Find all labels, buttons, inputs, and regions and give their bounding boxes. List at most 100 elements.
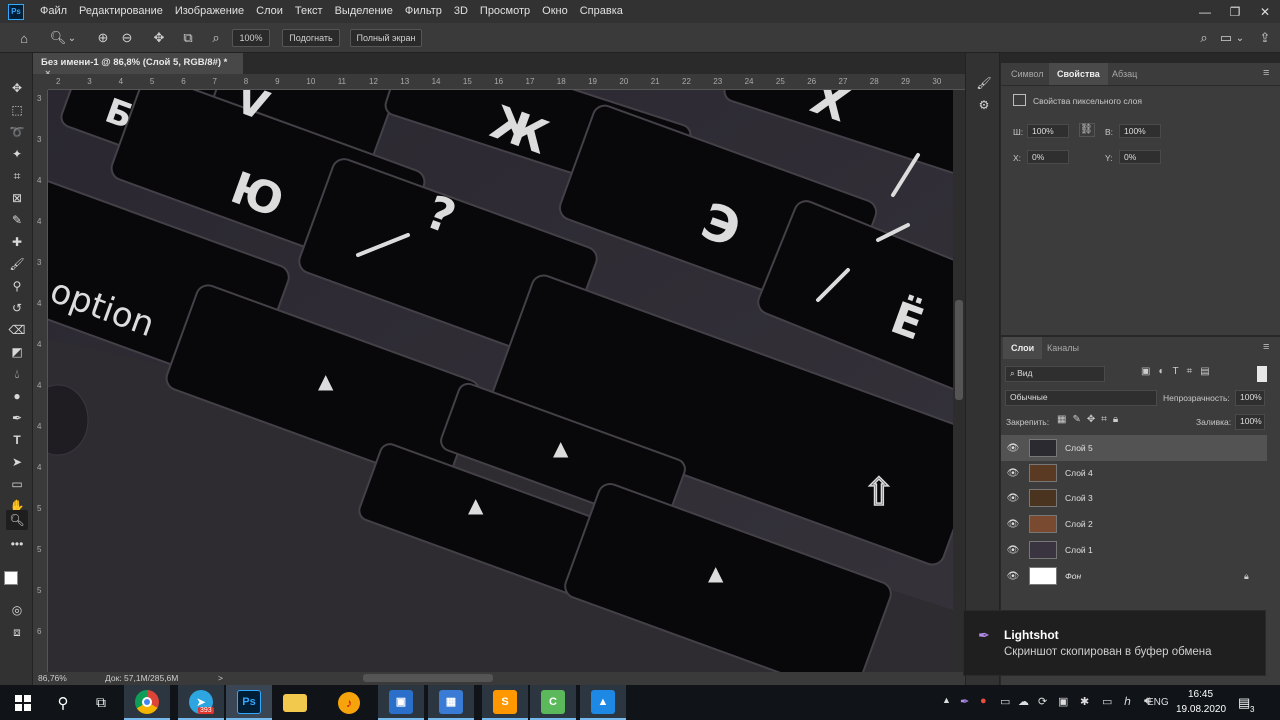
menu-edit[interactable]: Редактирование <box>73 0 169 23</box>
tab-properties[interactable]: Свойства <box>1049 63 1108 85</box>
menu-help[interactable]: Справка <box>574 0 629 23</box>
tray-monitor-icon[interactable]: ▭ <box>1000 695 1010 708</box>
blur-tool-icon[interactable]: 💧︎ <box>6 364 28 384</box>
document-tab[interactable]: Без имени-1 @ 86,8% (Слой 5, RGB/8#) * × <box>33 53 243 79</box>
tab-character[interactable]: Символ <box>1003 63 1051 85</box>
vertical-scrollbar-thumb[interactable] <box>955 300 963 400</box>
tab-layers[interactable]: Слои <box>1003 337 1043 359</box>
action-center-icon[interactable]: ▤ <box>1238 695 1250 711</box>
dodge-tool-icon[interactable]: ● <box>6 386 28 406</box>
height-field[interactable]: 100% <box>1119 124 1161 138</box>
lasso-tool-icon[interactable]: ➰ <box>6 122 28 142</box>
photoshop-app[interactable]: Ps <box>226 685 272 720</box>
tray-wifi-icon[interactable]: ℎ <box>1124 695 1131 708</box>
width-field[interactable]: 100% <box>1027 124 1069 138</box>
tab-channels[interactable]: Каналы <box>1039 337 1087 359</box>
minimize-button[interactable]: — <box>1190 0 1220 23</box>
home-icon[interactable]: ⌂ <box>14 28 34 48</box>
close-window-button[interactable]: ✕ <box>1250 0 1280 23</box>
opacity-field[interactable]: 100% <box>1235 390 1265 406</box>
chevron-down-icon[interactable]: ⌄ <box>66 28 78 48</box>
blend-mode-select[interactable]: Обычные <box>1005 390 1157 406</box>
fill-field[interactable]: 100% <box>1235 414 1265 430</box>
zoom-tool-icon[interactable]: 🔍︎ <box>48 28 68 48</box>
screen-mode-icon[interactable]: ⧈ <box>6 622 28 642</box>
tab-paragraph[interactable]: Абзац <box>1104 63 1145 85</box>
visibility-eye-icon[interactable]: 👁︎ <box>1001 468 1025 479</box>
workspace-chevron-icon[interactable]: ⌄ <box>1234 28 1246 48</box>
visibility-eye-icon[interactable]: 👁︎ <box>1001 443 1025 454</box>
fit-screen-button[interactable]: Подогнать <box>282 29 340 47</box>
explorer-app[interactable] <box>272 685 318 720</box>
brush-tool-icon[interactable]: 🖌︎ <box>6 254 28 274</box>
scrubby-zoom-icon[interactable]: ⌕ <box>206 28 226 48</box>
remote-app[interactable]: ▣ <box>378 685 424 720</box>
healing-brush-icon[interactable]: ✚ <box>6 232 28 252</box>
brush-settings-icon[interactable]: 🖌︎ <box>973 73 995 93</box>
more-tools-icon[interactable]: ••• <box>6 534 28 554</box>
chrome-app[interactable] <box>124 685 170 720</box>
search-icon[interactable]: ⌕ <box>1194 28 1214 48</box>
menu-view[interactable]: Просмотр <box>474 0 536 23</box>
magic-wand-icon[interactable]: ✦ <box>6 144 28 164</box>
pen-tool-icon[interactable]: ✒ <box>6 408 28 428</box>
layer-row[interactable]: 👁︎ Слой 1 <box>1001 537 1267 563</box>
history-brush-icon[interactable]: ↺ <box>6 298 28 318</box>
tray-expand-icon[interactable]: ▲ <box>942 695 951 705</box>
photoshop-logo-icon[interactable]: Ps <box>8 3 24 20</box>
paint-bucket-icon[interactable]: ◩ <box>6 342 28 362</box>
status-menu-arrow[interactable]: > <box>218 673 223 683</box>
layer-filter-select[interactable]: ⌕ Вид <box>1005 366 1105 382</box>
language-indicator[interactable]: ENG <box>1147 697 1169 708</box>
zoom-tool-active-icon[interactable]: 🔍︎ <box>6 510 28 530</box>
visibility-eye-icon[interactable]: 👁︎ <box>1001 571 1025 582</box>
tray-bluetooth-icon[interactable]: ✱ <box>1080 695 1089 708</box>
move-tool-icon[interactable]: ✥ <box>6 78 28 98</box>
photos-app[interactable]: ▲ <box>580 685 626 720</box>
crop-tool-icon[interactable]: ⌗ <box>6 166 28 186</box>
y-field[interactable]: 0% <box>1119 150 1161 164</box>
share-icon[interactable]: ⇪ <box>1255 28 1275 48</box>
visibility-eye-icon[interactable]: 👁︎ <box>1001 545 1025 556</box>
marquee-tool-icon[interactable]: ⬚ <box>6 100 28 120</box>
layer-row[interactable]: 👁︎ Слой 3 <box>1001 485 1267 511</box>
eraser-icon[interactable]: ⌫ <box>6 320 28 340</box>
clock-time[interactable]: 16:45 <box>1188 689 1213 700</box>
link-icon[interactable]: ⛓ <box>1079 123 1095 137</box>
fill-screen-button[interactable]: Полный экран <box>350 29 422 47</box>
layer-row[interactable]: 👁︎ Слой 5 <box>1001 435 1267 461</box>
clock-date[interactable]: 19.08.2020 <box>1176 704 1226 715</box>
telegram-app[interactable]: ➤ 393 <box>178 685 224 720</box>
layer-filter-icons[interactable]: ▣◐T⌗▤ <box>1141 366 1218 377</box>
tray-cloud-icon[interactable]: ☁ <box>1018 695 1029 708</box>
zoom-in-icon[interactable]: ⊕ <box>93 28 113 48</box>
sublime-app[interactable]: S <box>482 685 528 720</box>
menu-type[interactable]: Текст <box>289 0 329 23</box>
layers-menu-icon[interactable]: ≡ <box>1263 341 1269 353</box>
music-app[interactable]: ♪ <box>326 685 372 720</box>
layer-row-background[interactable]: 👁︎ Фон 🔒︎ <box>1001 563 1267 589</box>
menu-layers[interactable]: Слои <box>250 0 289 23</box>
adjustments-icon[interactable]: ⚙ <box>973 95 995 115</box>
tray-app-icon[interactable]: ● <box>980 695 987 707</box>
path-selection-icon[interactable]: ➤ <box>6 452 28 472</box>
lightshot-notification[interactable]: ✒ Lightshot Скриншот скопирован в буфер … <box>963 610 1266 676</box>
menu-select[interactable]: Выделение <box>329 0 399 23</box>
resize-windows-icon[interactable]: ✥ <box>149 28 169 48</box>
foreground-color-swatch[interactable] <box>4 571 18 585</box>
task-view-icon[interactable]: ⧉ <box>78 685 124 720</box>
menu-3d[interactable]: 3D <box>448 0 474 23</box>
document-canvas[interactable]: Б V Ж X Ю ? Э Ё option ▲ ▲ ▲ ▲ ⇧ <box>48 90 953 672</box>
menu-window[interactable]: Окно <box>536 0 574 23</box>
eyedropper-icon[interactable]: ✎ <box>6 210 28 230</box>
tray-sync-icon[interactable]: ⟳ <box>1038 695 1047 708</box>
menu-image[interactable]: Изображение <box>169 0 250 23</box>
layer-row[interactable]: 👁︎ Слой 4 <box>1001 460 1267 486</box>
frame-tool-icon[interactable]: ⊠ <box>6 188 28 208</box>
workspace-icon[interactable]: ▭ <box>1216 28 1236 48</box>
tray-network-icon[interactable]: ▭ <box>1102 695 1112 708</box>
panel-menu-icon[interactable]: ≡ <box>1263 67 1269 79</box>
zoom-level[interactable]: 86,76% <box>38 673 67 683</box>
lightshot-tray-icon[interactable]: ✒ <box>960 695 969 708</box>
clone-stamp-icon[interactable]: ⚲ <box>6 276 28 296</box>
